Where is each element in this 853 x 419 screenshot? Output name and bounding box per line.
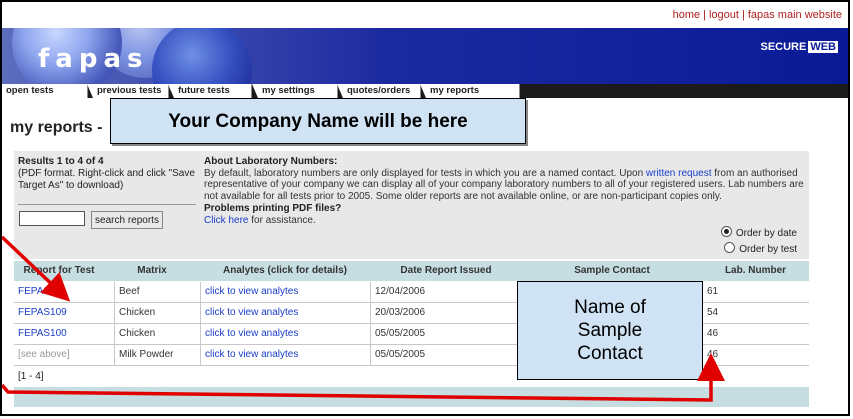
table-footer xyxy=(14,387,809,407)
about-heading: About Laboratory Numbers: xyxy=(204,156,338,167)
analytes-link[interactable]: click to view analytes xyxy=(200,345,370,365)
secure-label: SECURE xyxy=(760,41,807,53)
date-cell: 05/05/2005 xyxy=(370,324,522,344)
about-text: By default, laboratory numbers are only … xyxy=(204,168,804,203)
divider xyxy=(18,204,196,205)
info-panel: Results 1 to 4 of 4 (PDF format. Right-c… xyxy=(14,151,809,259)
about-text-part: By default, laboratory numbers are only … xyxy=(204,167,646,179)
order-by-test-option[interactable]: Order by test xyxy=(724,242,797,255)
report-link[interactable]: FEPAS100 xyxy=(14,324,104,344)
radio-icon[interactable] xyxy=(724,242,736,253)
search-reports-button[interactable]: search reports xyxy=(91,211,163,229)
column-matrix: Matrix xyxy=(137,265,167,276)
page-frame: home | logout | fapas main website fapas SEC… xyxy=(0,0,850,416)
lab-numbers-info: About Laboratory Numbers: By default, la… xyxy=(204,156,804,226)
column-report: Report for Test xyxy=(23,265,95,276)
search-input[interactable] xyxy=(19,211,85,226)
column-contact: Sample Contact xyxy=(574,265,650,276)
results-summary: Results 1 to 4 of 4 (PDF format. Right-c… xyxy=(18,156,196,192)
web-label: WEB xyxy=(808,41,838,53)
lab-number-cell: 46 xyxy=(702,324,809,344)
lab-number-cell: 61 xyxy=(702,282,809,302)
click-here-link[interactable]: Click here xyxy=(204,215,248,226)
tab-open-tests[interactable]: open tests xyxy=(2,84,88,98)
separator: | xyxy=(741,9,745,21)
pdf-note: (PDF format. Right-click and click "Save… xyxy=(18,168,195,191)
column-lab-number: Lab. Number xyxy=(724,265,787,276)
top-links: home | logout | fapas main website xyxy=(673,9,842,21)
tab-my-reports[interactable]: my reports xyxy=(420,84,520,98)
order-by-date-label: Order by date xyxy=(735,228,797,239)
radio-selected-icon[interactable] xyxy=(720,226,732,237)
site-banner: fapas SECURE WEB xyxy=(2,28,848,89)
separator: | xyxy=(703,9,706,21)
report-link[interactable]: FEPAS109 xyxy=(14,303,104,323)
report-link[interactable]: FEPAS110 xyxy=(14,282,104,302)
callout-line: Sample xyxy=(577,320,643,341)
date-cell: 20/03/2006 xyxy=(370,303,522,323)
table-header: Report for Test Matrix Analytes (click f… xyxy=(14,261,809,281)
written-request-link[interactable]: written request xyxy=(646,168,712,179)
date-cell: 12/04/2006 xyxy=(370,282,522,302)
tab-previous-tests[interactable]: previous tests xyxy=(87,84,169,98)
main-website-link[interactable]: fapas main website xyxy=(748,9,842,21)
order-by-test-label: Order by test xyxy=(739,244,797,255)
tab-quotes-orders[interactable]: quotes/orders xyxy=(337,84,421,98)
assistance-text: for assistance. xyxy=(248,214,316,226)
pdf-problems-heading: Problems printing PDF files? xyxy=(204,202,342,214)
callout-line: Name of xyxy=(574,297,646,318)
date-cell: 05/05/2005 xyxy=(370,345,522,365)
logout-link[interactable]: logout xyxy=(709,9,739,21)
sample-contact-callout: Name of Sample Contact xyxy=(517,281,703,380)
home-link[interactable]: home xyxy=(673,9,701,21)
matrix-cell: Chicken xyxy=(114,303,200,323)
lab-number-cell: 46 xyxy=(702,345,809,365)
matrix-cell: Chicken xyxy=(114,324,200,344)
lab-number-cell: 54 xyxy=(702,303,809,323)
order-by-date-option[interactable]: Order by date xyxy=(720,226,797,239)
results-count: Results 1 to 4 of 4 xyxy=(18,156,104,167)
column-date: Date Report Issued xyxy=(400,265,492,276)
company-name-callout: Your Company Name will be here xyxy=(110,98,526,144)
secure-web-badge: SECURE WEB xyxy=(760,41,838,53)
callout-line: Contact xyxy=(577,343,643,364)
report-reference: [see above] xyxy=(18,349,70,360)
matrix-cell: Beef xyxy=(114,282,200,302)
fapas-logo[interactable]: fapas xyxy=(38,44,149,74)
decorative-orb xyxy=(152,28,252,89)
analytes-link[interactable]: click to view analytes xyxy=(200,282,370,302)
tab-future-tests[interactable]: future tests xyxy=(168,84,252,98)
column-analytes: Analytes (click for details) xyxy=(223,265,347,276)
analytes-link[interactable]: click to view analytes xyxy=(200,303,370,323)
analytes-link[interactable]: click to view analytes xyxy=(200,324,370,344)
pdf-help: Click here for assistance. xyxy=(204,215,804,227)
pagination[interactable]: [1 - 4] xyxy=(18,371,44,382)
tab-bar: open tests previous tests future tests m… xyxy=(2,84,848,98)
page-title: my reports - xyxy=(10,119,103,136)
tab-my-settings[interactable]: my settings xyxy=(252,84,338,98)
matrix-cell: Milk Powder xyxy=(114,345,200,365)
